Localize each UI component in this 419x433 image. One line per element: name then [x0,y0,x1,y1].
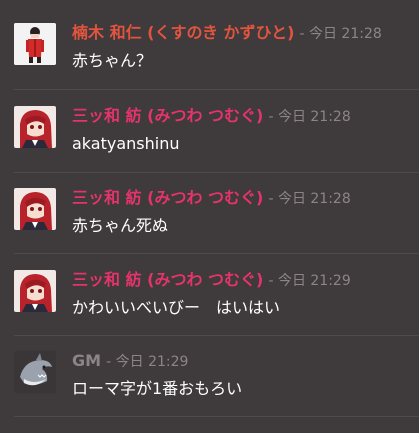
chat-message: 三ッ和 紡 (みつわ つむぐ) - 今日 21:28 akatyanshinu [0,106,419,188]
author-name[interactable]: 三ッ和 紡 (みつわ つむぐ) [72,270,263,289]
timestamp: - 今日 21:28 [268,191,351,207]
message-text: 赤ちゃん死ぬ [72,216,169,235]
shark-icon [14,351,56,393]
timestamp: - 今日 21:29 [106,354,189,370]
chat-message: 楠木 和仁 (くすのき かずひと) - 今日 21:28 赤ちゃん？ [0,23,419,105]
avatar-gm[interactable] [14,351,56,393]
author-name[interactable]: GM [72,351,101,370]
chat-message: 三ッ和 紡 (みつわ つむぐ) - 今日 21:28 赤ちゃん死ぬ [0,188,419,270]
chat-message: 三ッ和 紡 (みつわ つむぐ) - 今日 21:29 かわいいべいびー はいはい [0,270,419,352]
author-name[interactable]: 三ッ和 紡 (みつわ つむぐ) [72,188,263,207]
message-divider [14,416,419,417]
chat-log: 楠木 和仁 (くすのき かずひと) - 今日 21:28 赤ちゃん？ 三ッ和 紡… [0,0,419,421]
avatar-kusunoki[interactable] [14,23,56,65]
character-red-hair-icon [14,106,56,148]
avatar-mitsuwa[interactable] [14,270,56,312]
message-divider [14,335,419,336]
character-red-uniform-icon [14,23,56,65]
author-name[interactable]: 三ッ和 紡 (みつわ つむぐ) [72,106,263,125]
author-name[interactable]: 楠木 和仁 (くすのき かずひと) [72,23,294,42]
message-text: ローマ字が1番おもろい [72,379,243,398]
character-red-hair-icon [14,188,56,230]
avatar-mitsuwa[interactable] [14,106,56,148]
message-divider [14,172,419,173]
message-text: akatyanshinu [72,134,180,153]
message-text: かわいいべいびー はいはい [72,298,281,317]
message-divider [14,253,419,254]
timestamp: - 今日 21:28 [299,26,382,42]
character-red-hair-icon [14,270,56,312]
message-divider [14,89,419,90]
message-text: 赤ちゃん？ [72,51,153,70]
avatar-mitsuwa[interactable] [14,188,56,230]
timestamp: - 今日 21:28 [268,109,351,125]
timestamp: - 今日 21:29 [268,273,351,289]
